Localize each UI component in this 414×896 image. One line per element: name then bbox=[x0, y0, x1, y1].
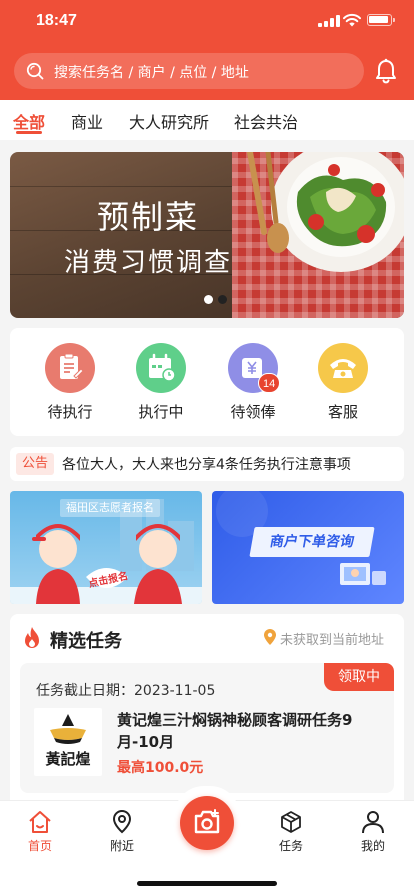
promo-banner-volunteer[interactable]: 福田区志愿者报名 点击报名 bbox=[10, 491, 202, 604]
quick-actions-panel: 待执行 执行中 14 待领俸 客服 bbox=[10, 328, 404, 436]
nav-label: 首页 bbox=[27, 839, 52, 853]
carousel-dot-active bbox=[204, 295, 213, 304]
banner-title: 预制菜 bbox=[96, 199, 199, 235]
home-icon bbox=[29, 811, 51, 833]
task-deadline-label: 任务截止日期： bbox=[36, 683, 134, 699]
quick-action-in-progress[interactable]: 执行中 bbox=[131, 343, 191, 422]
task-reward: 最高100.0元 bbox=[117, 760, 204, 776]
status-bar: 18:47 bbox=[0, 0, 414, 44]
merchant-logo-text: 黃記煌 bbox=[45, 750, 91, 768]
merchant-logo: 黃記煌 bbox=[34, 708, 102, 776]
location-pin-icon bbox=[112, 809, 132, 834]
camera-capture-button[interactable] bbox=[180, 796, 234, 850]
nav-profile[interactable]: 我的 bbox=[343, 809, 403, 854]
task-deadline: 任务截止日期：2023-11-05 bbox=[36, 680, 215, 700]
tab-research-institute[interactable]: 大人研究所 bbox=[129, 109, 209, 133]
quick-action-label: 待执行 bbox=[47, 403, 93, 421]
quick-action-awaiting-pay[interactable]: 14 待领俸 bbox=[223, 343, 283, 422]
quick-action-customer-service[interactable]: 客服 bbox=[313, 343, 373, 422]
box-icon bbox=[281, 811, 301, 833]
person-icon bbox=[362, 811, 384, 834]
phone-icon bbox=[318, 343, 368, 393]
nav-tasks[interactable]: 任务 bbox=[261, 809, 321, 854]
announcement-tag: 公告 bbox=[16, 453, 55, 475]
announcement-text: 各位大人，大人来也分享4条任务执行注意事项 bbox=[62, 457, 351, 473]
task-deadline-date: 2023-11-05 bbox=[134, 683, 216, 699]
nav-nearby[interactable]: 附近 bbox=[92, 809, 152, 854]
promo-title: 商户下单咨询 bbox=[249, 527, 375, 557]
quick-action-pending[interactable]: 待执行 bbox=[40, 343, 100, 422]
category-tabs: 全部 商业 大人研究所 社会共治 bbox=[0, 100, 414, 140]
app-header: 18:47 搜索任务名 / 商户 / 点位 / 地址 bbox=[0, 0, 414, 100]
task-status-badge: 领取中 bbox=[324, 663, 394, 691]
quick-action-label: 执行中 bbox=[138, 403, 184, 421]
tab-social-governance[interactable]: 社会共治 bbox=[234, 109, 298, 133]
calendar-clock-icon bbox=[136, 343, 186, 393]
task-card[interactable]: 领取中 任务截止日期：2023-11-05 黃記煌 黄记煌三汁焖锅神秘顾客调研任… bbox=[20, 663, 394, 793]
featured-tasks-section: 精选任务 未获取到当前地址 领取中 任务截止日期：2023-11-05 黃記煌 … bbox=[10, 614, 404, 800]
tab-all[interactable]: 全部 bbox=[13, 109, 45, 133]
quick-action-label: 客服 bbox=[327, 403, 358, 421]
bell-icon[interactable] bbox=[374, 58, 398, 84]
promo-banner-merchant[interactable]: 商户下单咨询 bbox=[212, 491, 404, 604]
quick-action-label: 待领俸 bbox=[230, 403, 276, 421]
nav-label: 附近 bbox=[109, 839, 134, 853]
search-input[interactable]: 搜索任务名 / 商户 / 点位 / 地址 bbox=[14, 53, 364, 89]
cellular-signal-icon bbox=[318, 15, 340, 27]
carousel-dot bbox=[218, 295, 227, 304]
wifi-icon bbox=[343, 13, 361, 27]
promo-title: 福田区志愿者报名 bbox=[60, 499, 160, 517]
pending-count-badge: 14 bbox=[258, 373, 281, 393]
search-placeholder: 搜索任务名 / 商户 / 点位 / 地址 bbox=[54, 65, 249, 81]
task-name: 黄记煌三汁焖锅神秘顾客调研任务9月-10月 bbox=[117, 711, 353, 751]
section-title: 精选任务 bbox=[50, 631, 122, 652]
home-indicator bbox=[137, 881, 277, 886]
hero-banner[interactable]: 预制菜 消费习惯调查 bbox=[10, 152, 404, 318]
location-status[interactable]: 未获取到当前地址 bbox=[280, 629, 384, 648]
status-time: 18:47 bbox=[36, 12, 77, 29]
tab-active-indicator bbox=[16, 131, 42, 134]
tab-business[interactable]: 商业 bbox=[71, 109, 103, 133]
announcement-bar[interactable]: 公告 各位大人，大人来也分享4条任务执行注意事项 bbox=[10, 447, 404, 481]
fire-icon bbox=[25, 627, 39, 648]
nav-label: 我的 bbox=[360, 839, 385, 853]
camera-icon bbox=[194, 809, 220, 834]
search-icon bbox=[26, 62, 44, 80]
nav-label: 任务 bbox=[278, 839, 303, 853]
nav-home[interactable]: 首页 bbox=[10, 809, 70, 854]
banner-subtitle: 消费习惯调查 bbox=[63, 248, 232, 278]
wallet-yen-icon: 14 bbox=[228, 343, 281, 393]
location-pin-icon bbox=[264, 629, 276, 645]
clipboard-edit-icon bbox=[45, 343, 95, 393]
battery-icon bbox=[367, 14, 395, 26]
